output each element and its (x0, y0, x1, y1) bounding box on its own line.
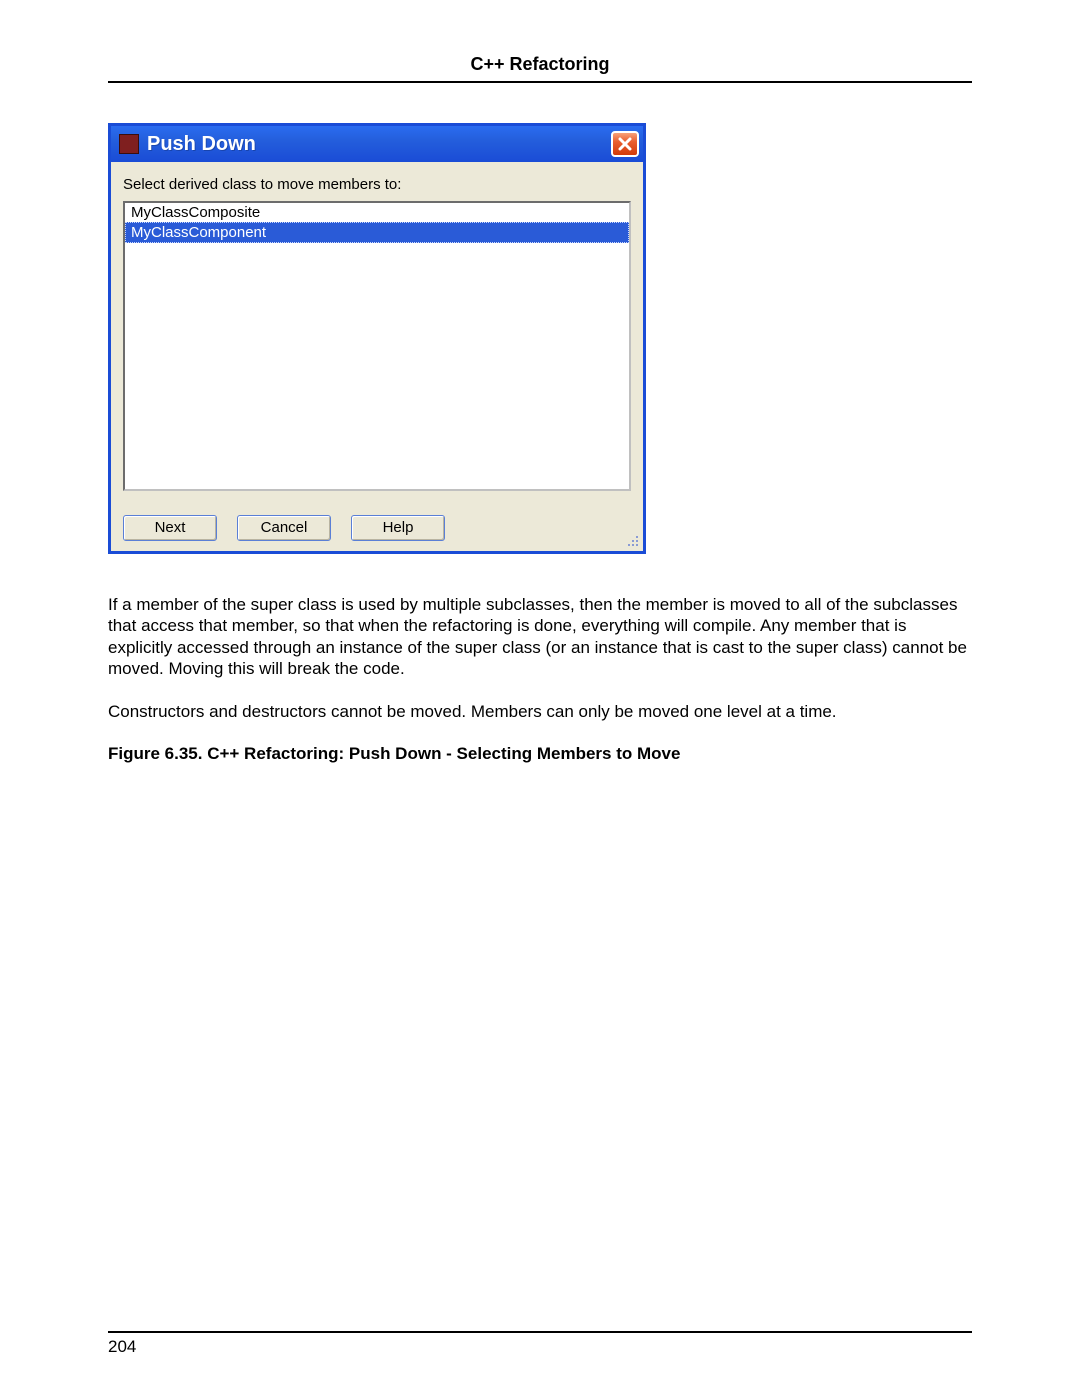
page-number: 204 (108, 1337, 972, 1357)
footer-rule (108, 1331, 972, 1333)
push-down-dialog: Push Down Select derived class to move m… (108, 123, 646, 554)
body-paragraph-2: Constructors and destructors cannot be m… (108, 701, 972, 722)
help-button[interactable]: Help (351, 515, 445, 541)
app-icon (119, 134, 139, 154)
page-header-title: C++ Refactoring (108, 54, 972, 81)
close-icon (618, 137, 632, 151)
dialog-titlebar[interactable]: Push Down (111, 126, 643, 162)
next-button[interactable]: Next (123, 515, 217, 541)
figure-caption: Figure 6.35. C++ Refactoring: Push Down … (108, 744, 972, 764)
document-page: C++ Refactoring Push Down Select derived… (0, 0, 1080, 1397)
dialog-button-row: Next Cancel Help (111, 501, 643, 551)
list-item[interactable]: MyClassComponent (125, 222, 629, 243)
dialog-title: Push Down (147, 133, 611, 156)
close-button[interactable] (611, 131, 639, 157)
resize-grip-icon[interactable] (624, 532, 640, 548)
header-rule (108, 81, 972, 83)
class-listbox[interactable]: MyClassComposite MyClassComponent (123, 201, 631, 491)
dialog-instruction: Select derived class to move members to: (123, 176, 631, 193)
page-footer: 204 (108, 1331, 972, 1357)
list-item[interactable]: MyClassComposite (125, 203, 629, 222)
dialog-screenshot: Push Down Select derived class to move m… (108, 123, 646, 554)
body-paragraph-1: If a member of the super class is used b… (108, 594, 972, 679)
cancel-button[interactable]: Cancel (237, 515, 331, 541)
dialog-body: Select derived class to move members to:… (111, 162, 643, 501)
